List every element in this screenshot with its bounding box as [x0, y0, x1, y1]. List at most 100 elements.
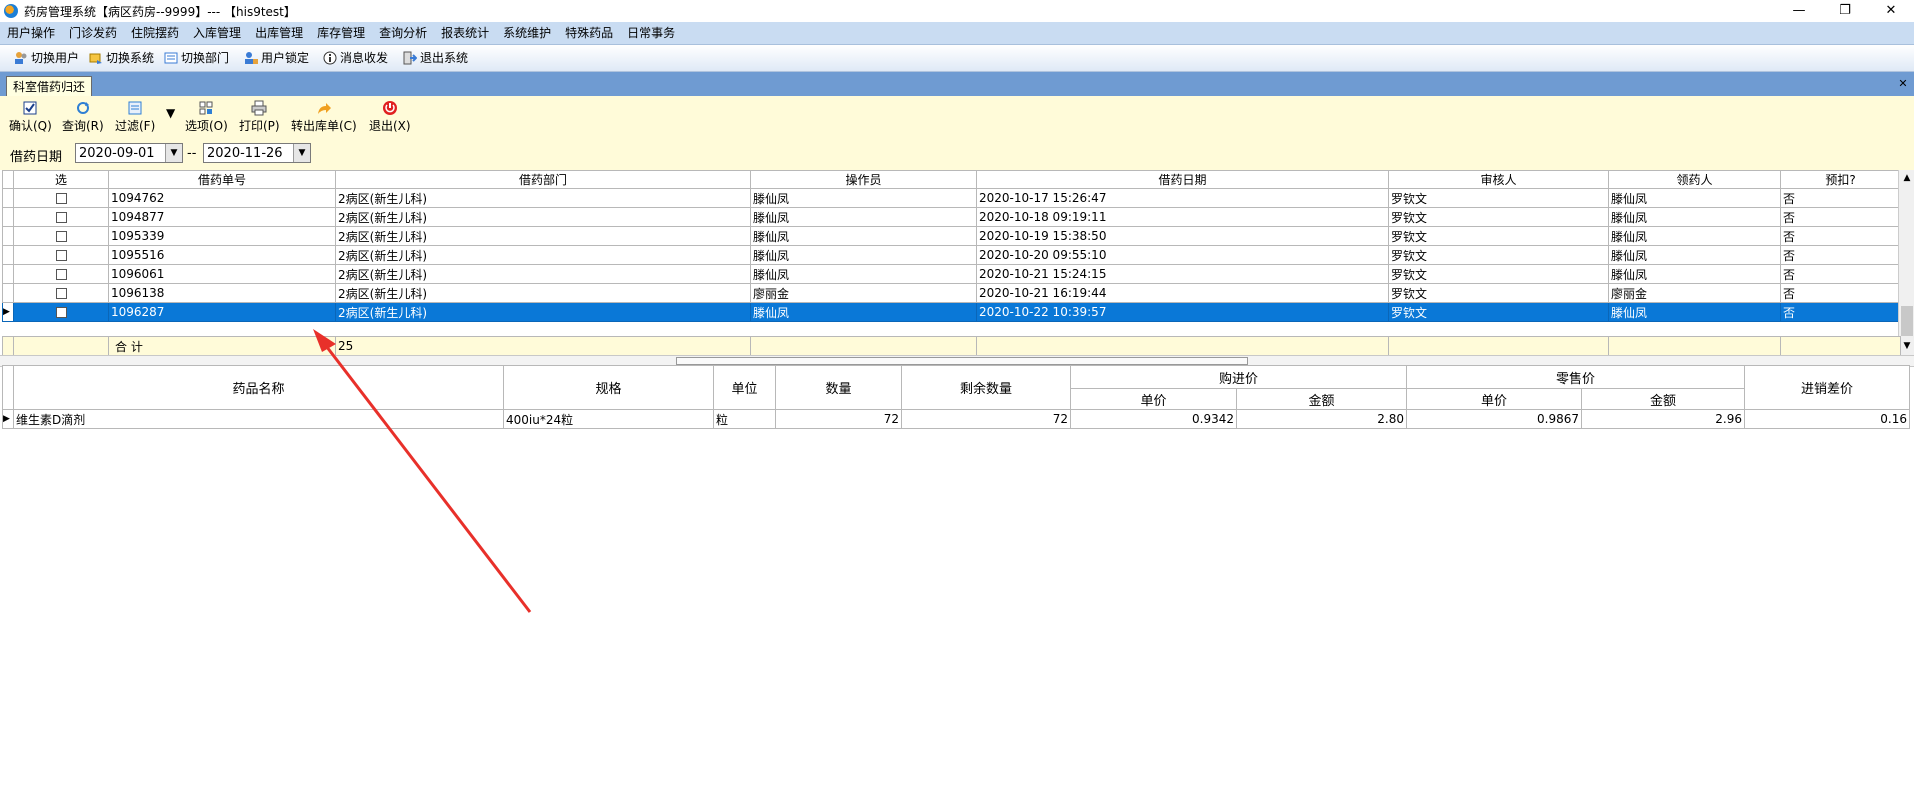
vertical-scrollbar[interactable]: ▲ ▼	[1898, 170, 1914, 355]
prededuct-cell[interactable]: 否	[1780, 302, 1901, 322]
qty-cell[interactable]: 72	[775, 409, 902, 429]
table-row[interactable]: 1095516 2病区(新生儿科) 滕仙凤 2020-10-20 09:55:10 罗钦…	[2, 245, 1901, 265]
date-from-combo[interactable]: 2020-09-01 ▼	[75, 143, 183, 163]
column-header[interactable]: 金额	[1581, 388, 1745, 410]
lock-user-button[interactable]: 用户锁定	[244, 49, 309, 67]
options-button[interactable]: 选项(O)	[185, 100, 228, 134]
auditor-cell[interactable]: 罗钦文	[1388, 302, 1609, 322]
column-header[interactable]: 进销差价	[1744, 365, 1910, 410]
no-cell[interactable]: 1096287	[108, 302, 336, 322]
query-button[interactable]: 查询(R)	[62, 100, 104, 134]
retail-price-cell[interactable]: 0.9867	[1406, 409, 1582, 429]
table-row[interactable]: 1096061 2病区(新生儿科) 滕仙凤 2020-10-21 15:24:15 罗钦…	[2, 264, 1901, 284]
table-row[interactable]: 1094877 2病区(新生儿科) 滕仙凤 2020-10-18 09:19:11 罗钦…	[2, 207, 1901, 227]
exit-system-button[interactable]: 退出系统	[403, 49, 468, 67]
column-header[interactable]: 单价	[1406, 388, 1582, 410]
date-cell[interactable]: 2020-10-20 09:55:10	[976, 245, 1389, 265]
drug-name-cell[interactable]: 维生素D滴剂	[13, 409, 504, 429]
table-row[interactable]: ▶ 维生素D滴剂 400iu*24粒 粒 72 72 0.9342 2.80 0…	[2, 409, 1910, 429]
column-header[interactable]: 选	[13, 170, 109, 189]
row-checkbox[interactable]	[55, 193, 67, 204]
no-cell[interactable]: 1096061	[108, 264, 336, 284]
to-outbound-button[interactable]: 转出库单(C)	[291, 100, 357, 134]
messages-button[interactable]: 消息收发	[323, 49, 388, 67]
splitter-grip[interactable]	[676, 357, 1248, 365]
auditor-cell[interactable]: 罗钦文	[1388, 245, 1609, 265]
column-header[interactable]: 单价	[1070, 388, 1237, 410]
select-cell[interactable]	[13, 302, 109, 322]
receiver-cell[interactable]: 滕仙凤	[1608, 226, 1781, 246]
no-cell[interactable]: 1094877	[108, 207, 336, 227]
chevron-down-icon[interactable]: ▼	[165, 144, 182, 162]
scroll-thumb[interactable]	[1901, 306, 1913, 336]
receiver-cell[interactable]: 滕仙凤	[1608, 207, 1781, 227]
operator-cell[interactable]: 滕仙凤	[750, 302, 977, 322]
date-cell[interactable]: 2020-10-21 15:24:15	[976, 264, 1389, 284]
column-header[interactable]: 预扣?	[1780, 170, 1901, 189]
receiver-cell[interactable]: 廖丽金	[1608, 283, 1781, 303]
operator-cell[interactable]: 廖丽金	[750, 283, 977, 303]
column-header[interactable]: 借药日期	[976, 170, 1389, 189]
dept-cell[interactable]: 2病区(新生儿科)	[335, 226, 751, 246]
date-cell[interactable]: 2020-10-19 15:38:50	[976, 226, 1389, 246]
row-checkbox[interactable]	[55, 269, 67, 280]
select-cell[interactable]	[13, 245, 109, 265]
menu-user-ops[interactable]: 用户操作	[0, 22, 62, 44]
menu-outbound[interactable]: 出库管理	[248, 22, 310, 44]
column-group-header[interactable]: 零售价	[1406, 365, 1745, 389]
column-header[interactable]: 药品名称	[13, 365, 504, 410]
row-checkbox[interactable]	[55, 307, 67, 318]
auditor-cell[interactable]: 罗钦文	[1388, 264, 1609, 284]
no-cell[interactable]: 1095339	[108, 226, 336, 246]
menu-inpatient[interactable]: 住院摆药	[124, 22, 186, 44]
date-cell[interactable]: 2020-10-17 15:26:47	[976, 188, 1389, 208]
auditor-cell[interactable]: 罗钦文	[1388, 226, 1609, 246]
no-cell[interactable]: 1095516	[108, 245, 336, 265]
column-group-header[interactable]: 购进价	[1070, 365, 1407, 389]
filter-dropdown-icon[interactable]: ▼	[166, 106, 175, 120]
restore-button[interactable]: ❐	[1822, 0, 1868, 22]
menu-special-drugs[interactable]: 特殊药品	[558, 22, 620, 44]
menu-system[interactable]: 系统维护	[496, 22, 558, 44]
operator-cell[interactable]: 滕仙凤	[750, 188, 977, 208]
auditor-cell[interactable]: 罗钦文	[1388, 207, 1609, 227]
dept-cell[interactable]: 2病区(新生儿科)	[335, 245, 751, 265]
column-header[interactable]: 数量	[775, 365, 902, 410]
select-cell[interactable]	[13, 207, 109, 227]
prededuct-cell[interactable]: 否	[1780, 226, 1901, 246]
table-row[interactable]: 1094762 2病区(新生儿科) 滕仙凤 2020-10-17 15:26:47 罗钦…	[2, 188, 1901, 208]
receiver-cell[interactable]: 滕仙凤	[1608, 188, 1781, 208]
row-checkbox[interactable]	[55, 288, 67, 299]
print-button[interactable]: 打印(P)	[239, 100, 280, 134]
menu-daily[interactable]: 日常事务	[620, 22, 682, 44]
row-checkbox[interactable]	[55, 231, 67, 242]
switch-system-button[interactable]: 切换系统	[89, 49, 154, 67]
select-cell[interactable]	[13, 188, 109, 208]
operator-cell[interactable]: 滕仙凤	[750, 226, 977, 246]
receiver-cell[interactable]: 滕仙凤	[1608, 245, 1781, 265]
prededuct-cell[interactable]: 否	[1780, 207, 1901, 227]
table-row[interactable]: ▶ 1096287 2病区(新生儿科) 滕仙凤 2020-10-22 10:39:57 罗…	[2, 302, 1901, 322]
close-button[interactable]: ✕	[1868, 0, 1914, 22]
table-row[interactable]: 1096138 2病区(新生儿科) 廖丽金 2020-10-21 16:19:44 罗钦…	[2, 283, 1901, 303]
switch-dept-button[interactable]: 切换部门	[164, 49, 229, 67]
scroll-up-icon[interactable]: ▲	[1899, 170, 1914, 186]
column-header[interactable]: 规格	[503, 365, 714, 410]
column-header[interactable]: 审核人	[1388, 170, 1609, 189]
dept-cell[interactable]: 2病区(新生儿科)	[335, 302, 751, 322]
confirm-button[interactable]: 确认(Q)	[9, 100, 52, 134]
row-checkbox[interactable]	[55, 250, 67, 261]
operator-cell[interactable]: 滕仙凤	[750, 207, 977, 227]
minimize-button[interactable]: —	[1776, 0, 1822, 22]
select-cell[interactable]	[13, 264, 109, 284]
column-header[interactable]: 领药人	[1608, 170, 1781, 189]
select-cell[interactable]	[13, 283, 109, 303]
no-cell[interactable]: 1094762	[108, 188, 336, 208]
row-checkbox[interactable]	[55, 212, 67, 223]
column-header[interactable]: 借药部门	[335, 170, 751, 189]
column-header[interactable]: 金额	[1236, 388, 1407, 410]
auditor-cell[interactable]: 罗钦文	[1388, 283, 1609, 303]
switch-user-button[interactable]: 切换用户	[14, 49, 79, 67]
dept-cell[interactable]: 2病区(新生儿科)	[335, 188, 751, 208]
receiver-cell[interactable]: 滕仙凤	[1608, 264, 1781, 284]
